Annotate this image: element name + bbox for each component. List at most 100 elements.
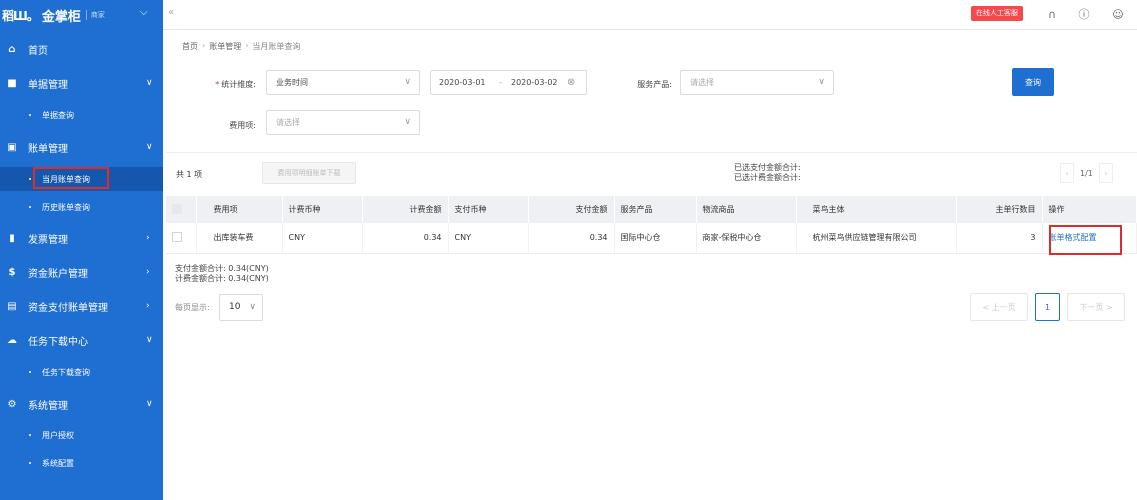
- cell-line-count: 3: [956, 223, 1043, 254]
- sidebar-item-documents[interactable]: ■ 单据管理 ∨: [0, 72, 163, 94]
- header-service-product: 服务产品: [614, 196, 697, 223]
- sidebar-subitem-user-auth[interactable]: 用户授权: [0, 425, 163, 445]
- highlight-box: [33, 167, 109, 189]
- sidebar-subitem-current-month-bill[interactable]: 当月账单查询: [0, 167, 163, 191]
- sidebar: 稻Ш。 金掌柜 商家 ⌵ ⌂ 首页 ■ 单据管理 ∨ 单据查询 ▣ 账单管理 ∨…: [0, 0, 163, 500]
- total-count: 共 1 项: [176, 170, 203, 179]
- bill-table: 费用项 计费币种 计费金额 支付币种 支付金额 服务产品 物流商品 菜鸟主体 主…: [166, 196, 1137, 254]
- sidebar-item-fund-accounts[interactable]: $ 资金账户管理 ›: [0, 261, 163, 283]
- sidebar-subitem-history-bill[interactable]: 历史账单查询: [0, 197, 163, 217]
- header-logistics-product: 物流商品: [696, 196, 797, 223]
- breadcrumb-current: 当月账单查询: [252, 42, 301, 51]
- chevron-right-icon: ›: [146, 233, 150, 243]
- sidebar-item-label: 任务下载查询: [42, 367, 90, 377]
- page-1-button[interactable]: 1: [1035, 293, 1060, 321]
- chevron-down-icon[interactable]: ⌵: [140, 7, 148, 18]
- bullet-icon: [29, 114, 31, 116]
- bullet-icon: [29, 462, 31, 464]
- chevron-down-icon: ∨: [404, 77, 411, 87]
- prev-page-icon[interactable]: ‹: [1060, 163, 1074, 183]
- top-bar: « 在线人工客服 ∩ ⓘ ☺: [163, 0, 1137, 30]
- sidebar-item-invoices[interactable]: ▮ 发票管理 ›: [0, 227, 163, 249]
- sidebar-item-download-center[interactable]: ☁ 任务下载中心 ∨: [0, 329, 163, 351]
- per-page-select[interactable]: 10 ∨: [219, 294, 263, 321]
- bullet-icon: [29, 434, 31, 436]
- sidebar-subitem-document-query[interactable]: 单据查询: [0, 105, 163, 125]
- sidebar-item-home[interactable]: ⌂ 首页: [0, 38, 163, 60]
- sidebar-item-fund-payment-bills[interactable]: ▤ 资金支付账单管理 ›: [0, 295, 163, 317]
- sidebar-item-label: 单据查询: [42, 110, 74, 120]
- mini-pager: ‹ 1/1 ›: [1060, 163, 1113, 183]
- user-icon[interactable]: ☺: [1111, 7, 1125, 21]
- cell-pay-amount: 0.34: [528, 223, 615, 254]
- header-fee-item: 费用项: [196, 196, 283, 223]
- chevron-down-icon: ∨: [146, 399, 153, 409]
- service-label: 服务产品:: [637, 80, 672, 89]
- select-all-cell: [166, 196, 197, 223]
- sidebar-item-label: 资金支付账单管理: [28, 302, 108, 314]
- headset-icon[interactable]: ∩: [1045, 7, 1059, 21]
- header-line-count: 主单行数目: [956, 196, 1043, 223]
- cloud-icon: ☁: [7, 334, 17, 346]
- sidebar-item-label: 系统配置: [42, 458, 74, 468]
- breadcrumb: 首页 › 账单管理 › 当月账单查询: [182, 41, 300, 52]
- app-name: 金掌柜: [41, 9, 81, 25]
- chevron-down-icon: ∨: [146, 335, 153, 345]
- cell-fee-amount: 0.34: [362, 223, 449, 254]
- chevron-down-icon: ∨: [818, 77, 825, 87]
- download-detail-button[interactable]: 费用项明细账单下载: [262, 162, 356, 184]
- sidebar-item-label: 任务下载中心: [28, 336, 88, 348]
- invoice-icon: ▮: [9, 232, 15, 244]
- cell-fee-currency: CNY: [282, 223, 363, 254]
- bullet-icon: [29, 206, 31, 208]
- cell-logistics-product: 商家-保税中心仓: [696, 223, 797, 254]
- next-page-button[interactable]: 下一页 >: [1067, 293, 1125, 321]
- breadcrumb-section[interactable]: 账单管理: [209, 41, 241, 52]
- date-end[interactable]: 2020-03-02: [511, 71, 558, 94]
- date-range-picker[interactable]: 2020-03-01 - 2020-03-02 ⊗: [430, 70, 587, 95]
- breadcrumb-home[interactable]: 首页: [182, 41, 198, 52]
- per-page-value: 10: [229, 302, 241, 312]
- fee-label: 费用项:: [229, 121, 256, 130]
- cell-cainiao-entity: 杭州菜鸟供应链管理有限公司: [796, 223, 957, 254]
- logo-mark: 稻Ш。: [2, 8, 39, 23]
- fee-select[interactable]: 请选择 ∨: [266, 110, 420, 135]
- divider: [166, 152, 1137, 153]
- sidebar-subitem-system-config[interactable]: 系统配置: [0, 453, 163, 473]
- chevron-down-icon: ∨: [146, 78, 153, 88]
- sidebar-item-label: 用户授权: [42, 430, 74, 440]
- pagination: < 上一页 1 下一页 >: [970, 293, 1125, 321]
- table-header-row: 费用项 计费币种 计费金额 支付币种 支付金额 服务产品 物流商品 菜鸟主体 主…: [166, 196, 1137, 223]
- dimension-value: 业务时间: [276, 78, 308, 87]
- cell-pay-currency: CNY: [448, 223, 529, 254]
- header-pay-amount: 支付金额: [528, 196, 615, 223]
- select-all-checkbox[interactable]: [172, 203, 182, 214]
- dimension-label: * 统计维度:: [215, 80, 256, 89]
- chevron-down-icon: ∨: [146, 142, 153, 152]
- per-page-label: 每页显示:: [175, 303, 210, 312]
- collapse-icon[interactable]: «: [168, 7, 174, 18]
- dimension-select[interactable]: 业务时间 ∨: [266, 70, 420, 95]
- help-icon[interactable]: ⓘ: [1077, 7, 1091, 21]
- date-start[interactable]: 2020-03-01: [439, 71, 486, 94]
- service-select[interactable]: 请选择 ∨: [680, 70, 834, 95]
- pay-total: 支付金额合计: 0.34(CNY): [175, 264, 269, 273]
- fee-total: 计费金额合计: 0.34(CNY): [175, 274, 269, 283]
- sidebar-subitem-download-query[interactable]: 任务下载查询: [0, 362, 163, 382]
- chevron-right-icon: ›: [202, 41, 206, 50]
- next-page-icon[interactable]: ›: [1098, 163, 1113, 183]
- prev-page-button[interactable]: < 上一页: [970, 293, 1028, 321]
- sidebar-item-label: 账单管理: [28, 143, 68, 155]
- service-placeholder: 请选择: [690, 78, 714, 87]
- sidebar-item-bills[interactable]: ▣ 账单管理 ∨: [0, 136, 163, 158]
- chevron-down-icon: ∨: [404, 117, 411, 127]
- payment-icon: ▤: [7, 300, 17, 312]
- row-checkbox[interactable]: [172, 231, 182, 242]
- clear-icon[interactable]: ⊗: [567, 71, 575, 94]
- sidebar-item-label: 资金账户管理: [28, 268, 88, 280]
- date-separator: -: [499, 78, 502, 87]
- customer-service-button[interactable]: 在线人工客服: [971, 6, 1023, 21]
- query-button[interactable]: 查询: [1012, 68, 1054, 96]
- header-fee-amount: 计费金额: [362, 196, 449, 223]
- sidebar-item-system[interactable]: ⚙ 系统管理 ∨: [0, 393, 163, 415]
